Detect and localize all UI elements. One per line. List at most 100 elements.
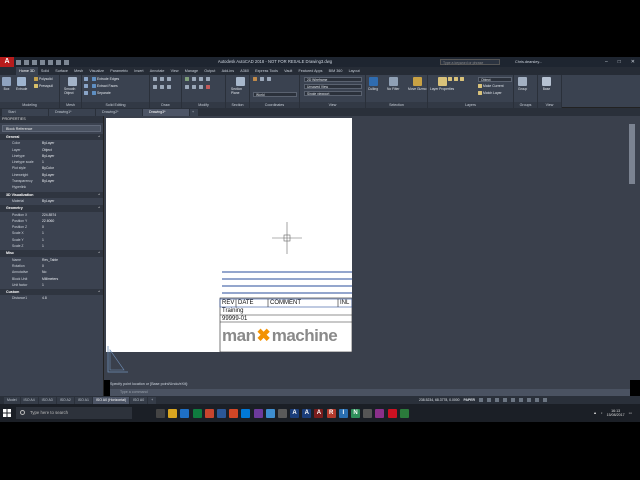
media-icon[interactable]	[375, 408, 385, 418]
ribbon-tab-featured-apps[interactable]: Featured Apps	[295, 67, 325, 75]
ribbon-tab-output[interactable]: Output	[201, 67, 218, 75]
property-value[interactable]: 1	[40, 243, 103, 249]
erase-icon[interactable]	[206, 85, 210, 89]
file-tab-start[interactable]: Start	[2, 109, 48, 116]
layout-tab-iso-a2[interactable]: ISO A2	[56, 396, 74, 404]
move-icon[interactable]	[185, 77, 189, 81]
add-layout-button[interactable]: +	[148, 396, 157, 404]
property-row[interactable]: Unit factor 1	[0, 282, 103, 288]
mail-icon[interactable]	[265, 408, 275, 418]
undo-icon[interactable]	[56, 59, 61, 65]
file-tab-drawing1[interactable]: Drawing1*	[49, 109, 95, 116]
layout-tab-model[interactable]: Model	[4, 396, 20, 404]
property-value[interactable]	[40, 184, 103, 190]
visual-style-dropdown[interactable]: 2D Wireframe	[304, 77, 362, 82]
ribbon-tab-solid[interactable]: Solid	[38, 67, 52, 75]
volume-icon[interactable]: ♪	[601, 411, 603, 415]
revit-icon[interactable]: R	[326, 408, 336, 418]
group-button[interactable]: Group	[518, 77, 527, 91]
ribbon-tab-insert[interactable]: Insert	[131, 67, 146, 75]
property-category[interactable]: General	[0, 134, 103, 141]
autocad-a-icon-1[interactable]: A	[290, 408, 300, 418]
redo-icon[interactable]	[64, 59, 69, 65]
lineweight-icon[interactable]	[518, 398, 523, 402]
layout-tab-iso-a0[interactable]: ISO A0	[130, 396, 148, 404]
property-value[interactable]: 4.8	[40, 295, 103, 301]
smooth-object-button[interactable]: Smooth Object	[64, 77, 81, 95]
ucs-origin-icon[interactable]	[260, 77, 264, 81]
network-icon[interactable]: ▲	[593, 411, 597, 415]
ucs-view-icon[interactable]	[267, 77, 271, 81]
scroll-thumb[interactable]	[629, 124, 635, 184]
navisworks-icon[interactable]: N	[351, 408, 360, 418]
customize-icon[interactable]	[542, 398, 547, 402]
layout-tab-iso-a0-horizontal[interactable]: ISO A0 (Horizontal)	[92, 396, 130, 404]
ribbon-tab-mesh[interactable]: Mesh	[71, 67, 86, 75]
layer-on-icon[interactable]	[448, 77, 452, 81]
union-button[interactable]	[84, 77, 88, 81]
property-category[interactable]: Custom	[0, 289, 103, 296]
selection-dropdown[interactable]: Block Reference	[2, 125, 101, 132]
property-row[interactable]: Hyperlink	[0, 184, 103, 190]
ribbon-tab-visualize[interactable]: Visualize	[86, 67, 107, 75]
new-tab-button[interactable]: +	[190, 109, 198, 116]
snap-icon[interactable]	[486, 398, 491, 402]
property-category[interactable]: Misc	[0, 250, 103, 257]
drawing-area[interactable]: REV DATE COMMENT INL Training 99999-01 m…	[104, 116, 640, 380]
property-row[interactable]: Scale Z 1	[0, 243, 103, 249]
vertical-scrollbar[interactable]	[627, 118, 637, 378]
rectangle-icon[interactable]	[160, 85, 164, 89]
make-current-button[interactable]: Make Current	[478, 84, 504, 88]
workspace-gear-icon[interactable]	[534, 398, 539, 402]
layer-freeze-icon[interactable]	[454, 77, 458, 81]
ribbon-tab-manage[interactable]: Manage	[182, 67, 202, 75]
grid-icon[interactable]	[478, 398, 483, 402]
file-explorer-icon[interactable]	[168, 408, 178, 418]
separate-button[interactable]: Separate	[92, 91, 111, 95]
outlook-icon[interactable]	[241, 408, 251, 418]
subtract-button[interactable]	[84, 84, 88, 88]
sign-in-button[interactable]: Chris.dearsley...	[515, 59, 555, 65]
polyline-icon[interactable]	[160, 77, 164, 81]
no-filter-button[interactable]: No Filter	[387, 77, 399, 91]
layout-tab-iso-a4[interactable]: ISO A4	[20, 396, 38, 404]
autocad-a-icon-3[interactable]: A	[314, 408, 324, 418]
word-icon[interactable]	[216, 408, 226, 418]
polysolid-button[interactable]: Polysolid	[34, 77, 53, 81]
windows-start-button[interactable]	[0, 404, 14, 422]
rotate-icon[interactable]	[192, 77, 196, 81]
property-row[interactable]: Material ByLayer	[0, 198, 103, 204]
onenote-icon[interactable]	[253, 408, 263, 418]
property-category[interactable]: 3D Visualization	[0, 191, 103, 198]
plot-icon[interactable]	[48, 59, 53, 65]
viewport-config-dropdown[interactable]: Single viewport	[304, 91, 362, 96]
command-input[interactable]: Type a command	[110, 389, 630, 396]
maximize-icon[interactable]: □	[618, 57, 621, 67]
line-icon[interactable]	[153, 77, 157, 81]
ribbon-tab-view[interactable]: View	[168, 67, 182, 75]
layout-tab-iso-a1[interactable]: ISO A1	[74, 396, 92, 404]
ribbon-tab-bim-360[interactable]: BIM 360	[326, 67, 346, 75]
save-as-icon[interactable]	[40, 59, 45, 65]
edge-browser-icon[interactable]	[180, 408, 190, 418]
fillet-icon[interactable]	[192, 85, 196, 89]
culling-button[interactable]: Culling	[368, 77, 378, 91]
extract-faces-button[interactable]: Extract Faces	[92, 84, 118, 88]
circle-icon[interactable]	[167, 77, 171, 81]
new-icon[interactable]	[16, 59, 21, 65]
extrude-button[interactable]: Extrude	[16, 77, 27, 91]
ribbon-tab-home-3d[interactable]: Home 3D	[16, 67, 38, 75]
taskbar-search-box[interactable]: Type here to search	[16, 407, 132, 419]
box-button[interactable]: Box	[2, 77, 11, 91]
calculator-icon[interactable]	[277, 408, 287, 418]
close-icon[interactable]: ✕	[631, 57, 635, 67]
autocad-a-icon-2[interactable]: A	[302, 408, 312, 418]
move-gizmo-button[interactable]: Move Gizmo	[408, 77, 427, 91]
acrobat-icon[interactable]	[387, 408, 397, 418]
settings-gear-icon[interactable]	[363, 408, 373, 418]
notifications-icon[interactable]: ▭	[629, 411, 632, 415]
base-button[interactable]: Base	[542, 77, 551, 91]
hatch-icon[interactable]	[167, 85, 171, 89]
ribbon-tab-surface[interactable]: Surface	[52, 67, 71, 75]
match-layer-button[interactable]: Match Layer	[478, 91, 502, 95]
